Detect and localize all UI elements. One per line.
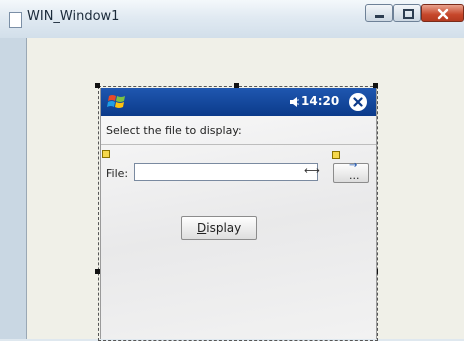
close-icon [437,8,449,20]
maximize-button[interactable] [393,4,421,22]
select-file-label: Select the file to display: [106,124,242,137]
display-button-label: Display [197,221,241,235]
close-circle-icon [353,97,363,107]
speaker-icon[interactable] [289,96,301,108]
document-icon [9,12,22,28]
control-handle[interactable] [332,151,340,159]
close-button[interactable] [421,4,464,22]
file-label: File: [106,167,129,180]
ok-button[interactable] [349,93,367,111]
pda-status-bar: 14:20 [101,88,376,116]
status-time: 14:20 [301,94,340,108]
display-accelerator: D [197,221,207,235]
divider [101,144,376,145]
control-handle[interactable] [102,150,110,158]
pda-form: 14:20 Select the file to display: File: … [100,88,377,339]
file-input[interactable] [134,163,318,181]
minimize-button[interactable] [365,4,393,22]
window-titlebar: WIN_Window1 [0,0,464,38]
designer-window: WIN_Window1 14:20 Select the file to dis… [0,0,464,341]
windows-flag-icon[interactable] [107,92,127,112]
display-label-rest: isplay [206,221,242,235]
link-icon: ⟷ [304,164,320,177]
window-title: WIN_Window1 [27,9,120,24]
arrow-icon: → [349,160,358,171]
